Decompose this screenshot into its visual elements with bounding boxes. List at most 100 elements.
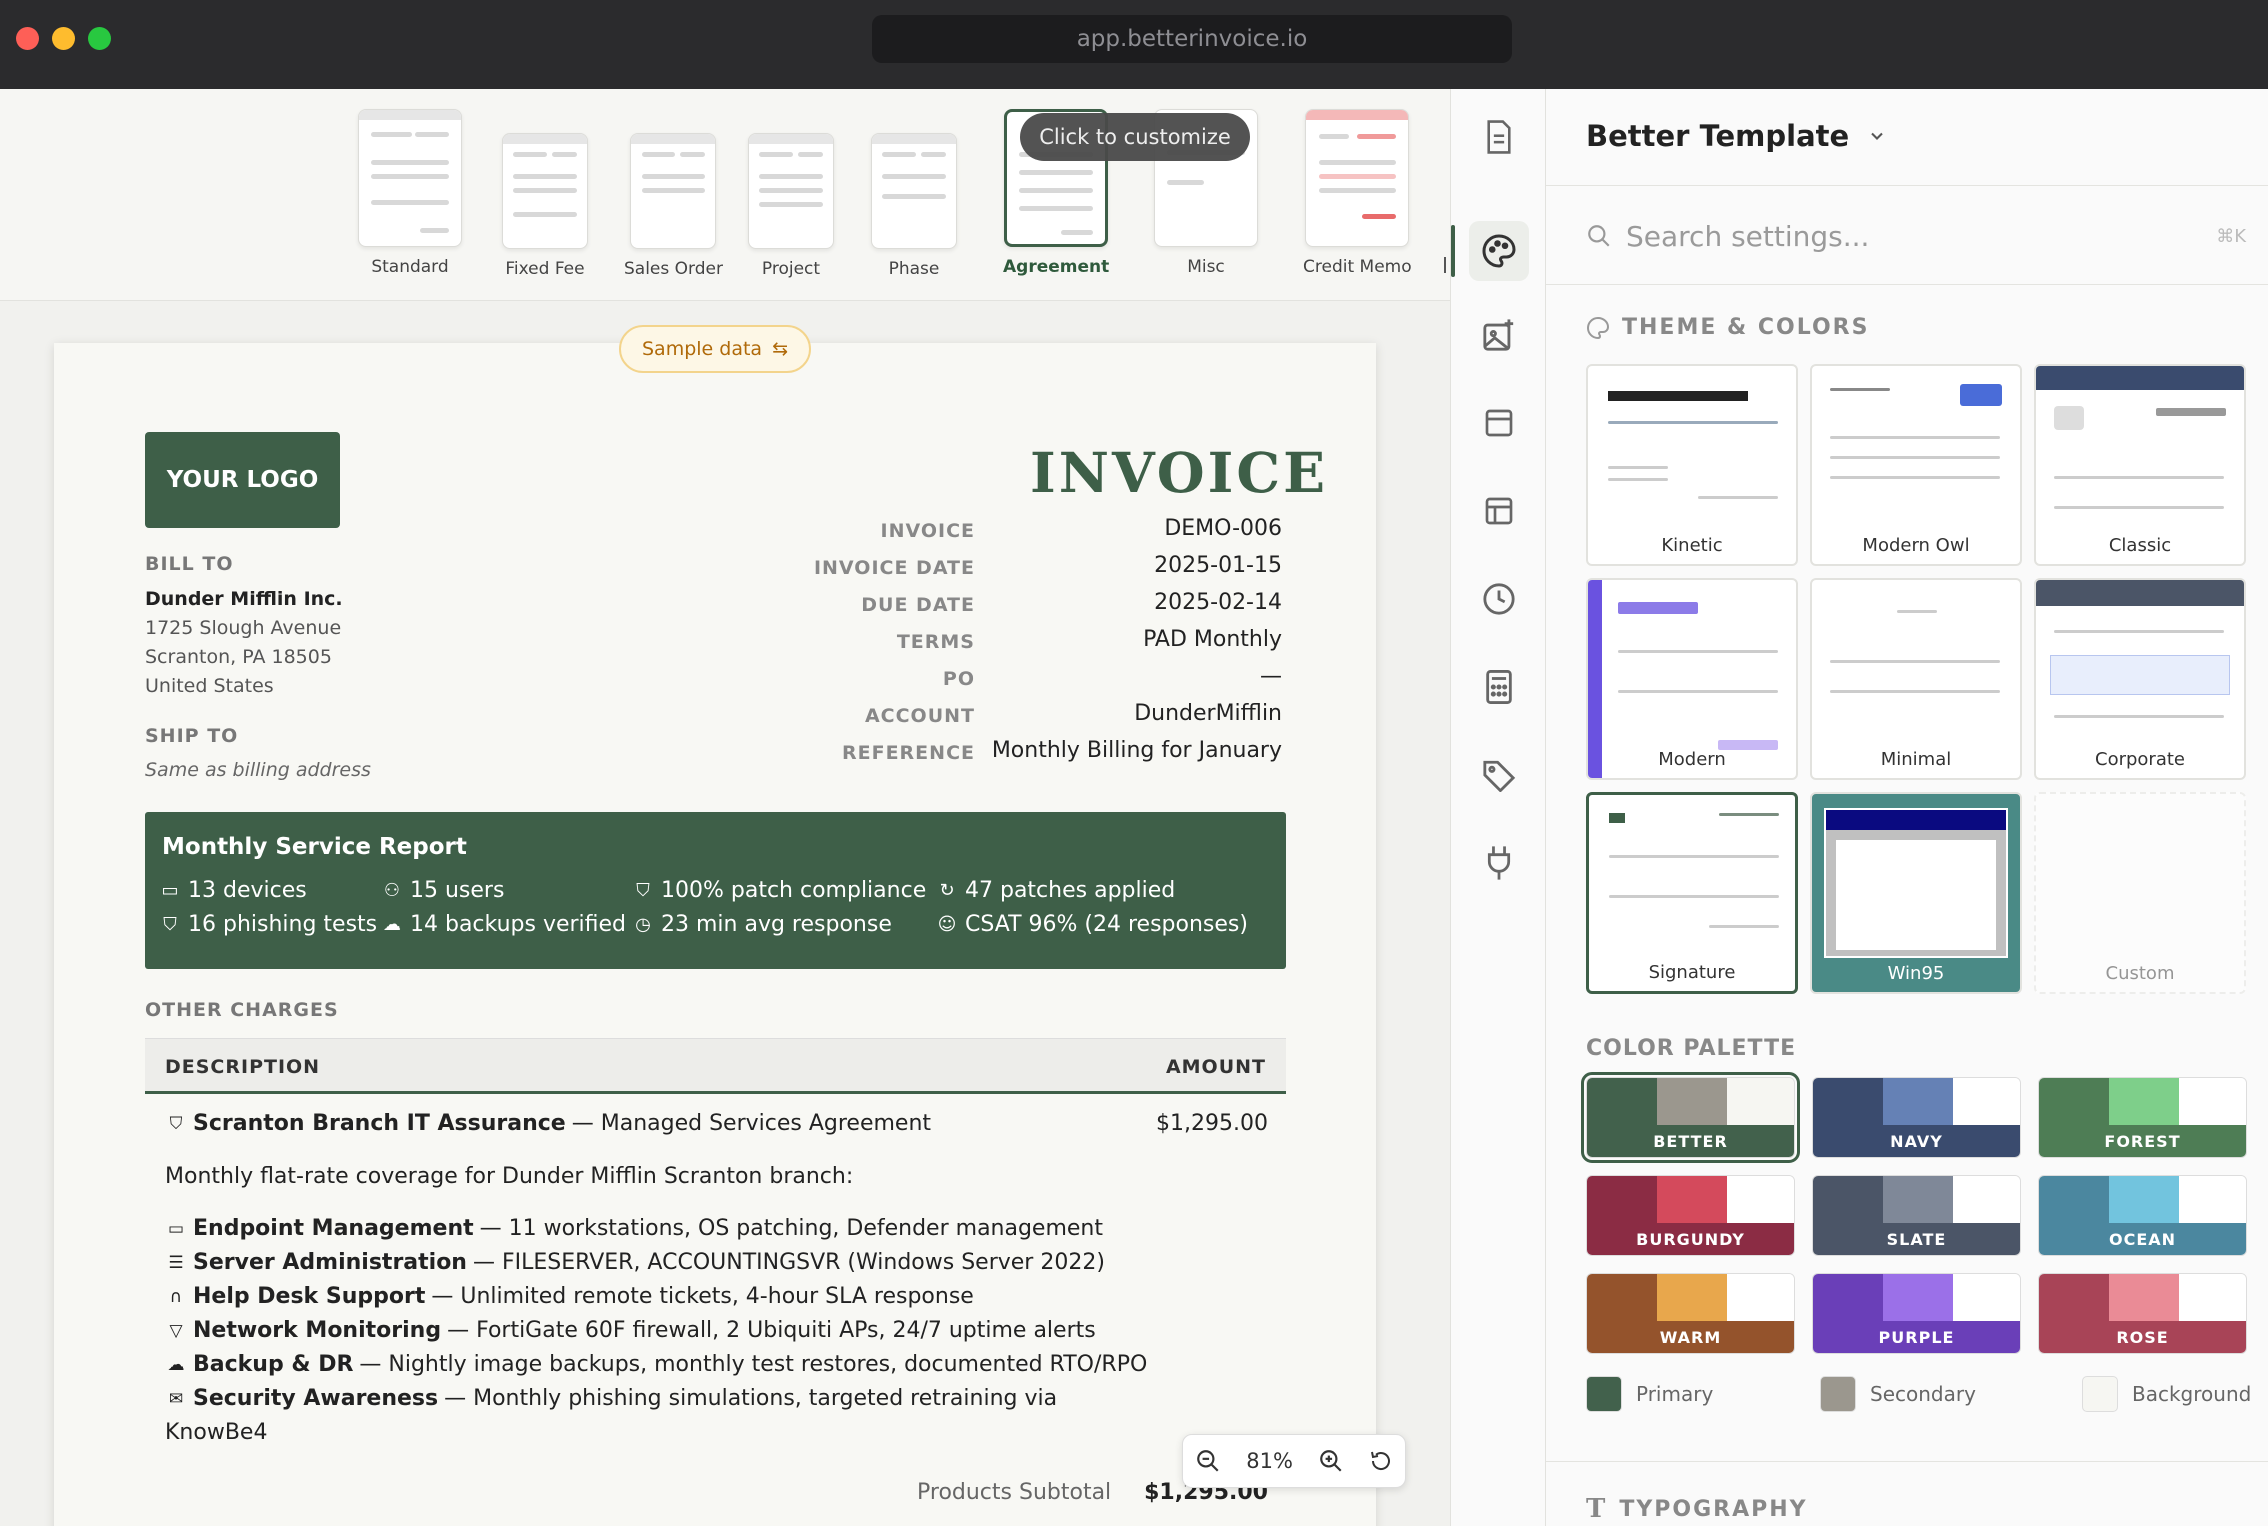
line-item-intro-text: Monthly flat-rate coverage for Dunder Mi… [165, 1164, 854, 1189]
feature-line-continued: KnowBe4 [165, 1420, 267, 1445]
rail-document-button[interactable] [1469, 107, 1529, 167]
feature-line: ☁ Backup & DR — Nightly image backups, mo… [165, 1352, 1148, 1377]
search-input[interactable]: Search settings... [1626, 220, 1869, 253]
charges-table-header: DESCRIPTION AMOUNT [145, 1038, 1286, 1094]
secondary-color-swatch [1820, 1376, 1856, 1412]
rail-history-button[interactable] [1469, 569, 1529, 629]
settings-panel: Better Template Search settings... ⌘K TH… [1546, 89, 2268, 1526]
theme-corporate[interactable]: Corporate [2034, 578, 2246, 780]
palette-name: NAVY [1813, 1125, 2020, 1157]
feature-desc: — Nightly image backups, monthly test re… [359, 1352, 1148, 1377]
divider [1546, 185, 2268, 186]
zoom-in-button[interactable] [1318, 1448, 1344, 1474]
palette-rose[interactable]: ROSE [2038, 1273, 2247, 1354]
theme-modern-owl[interactable]: Modern Owl [1810, 364, 2022, 566]
palette-navy[interactable]: NAVY [1812, 1077, 2021, 1158]
theme-kinetic[interactable]: Kinetic [1586, 364, 1798, 566]
report-stat: ⛉ 100% patch compliance [633, 878, 926, 903]
feature-desc: — Unlimited remote tickets, 4-hour SLA r… [431, 1284, 974, 1309]
template-label: Phase [888, 259, 940, 279]
clock-icon [1483, 583, 1515, 615]
background-color-picker[interactable]: Background [2082, 1376, 2251, 1412]
primary-color-picker[interactable]: Primary [1586, 1376, 1713, 1412]
template-credit-memo[interactable]: Credit Memo [1303, 109, 1412, 277]
palette-warm[interactable]: WARM [1586, 1273, 1795, 1354]
shield-icon: ⛉ [163, 914, 177, 935]
template-project[interactable]: Project [748, 133, 834, 279]
palette-forest[interactable]: FOREST [2038, 1077, 2247, 1158]
theme-classic[interactable]: Classic [2034, 364, 2246, 566]
rail-layout-button[interactable] [1469, 393, 1529, 453]
template-label: Misc [1187, 257, 1225, 277]
meta-key: INVOICE DATE [813, 557, 975, 579]
theme-name: Modern [1658, 749, 1726, 770]
palette-name: WARM [1587, 1321, 1794, 1353]
close-window-button[interactable] [16, 27, 39, 50]
meta-value: DEMO-006 [1164, 516, 1282, 541]
palette-better[interactable]: BETTER [1581, 1072, 1800, 1163]
reset-zoom-button[interactable] [1369, 1449, 1393, 1473]
rail-table-button[interactable] [1469, 481, 1529, 541]
zoom-out-button[interactable] [1195, 1448, 1221, 1474]
theme-modern[interactable]: Modern [1586, 578, 1798, 780]
settings-search[interactable]: Search settings... ⌘K [1586, 211, 2246, 261]
template-sales-order[interactable]: Sales Order [624, 133, 723, 279]
server-icon: ☰ [168, 1252, 184, 1273]
theme-signature[interactable]: Signature [1586, 792, 1798, 994]
report-stat-text: 100% patch compliance [661, 878, 927, 903]
calculator-icon [1486, 670, 1512, 704]
theme-minimal[interactable]: Minimal [1810, 578, 2022, 780]
feature-name: Security Awareness [193, 1386, 439, 1411]
palette-slate[interactable]: SLATE [1812, 1175, 2021, 1256]
report-stat: ⚇ 15 users [382, 878, 505, 903]
theme-name: Corporate [2095, 749, 2185, 770]
typography-label: TYPOGRAPHY [1619, 1496, 1808, 1522]
template-fixed-fee[interactable]: Fixed Fee [502, 133, 588, 279]
theme-custom[interactable]: Custom [2034, 792, 2246, 994]
secondary-color-picker[interactable]: Secondary [1820, 1376, 1976, 1412]
palette-purple[interactable]: PURPLE [1812, 1273, 2021, 1354]
swap-icon: ⇆ [772, 338, 788, 360]
template-label: Sales Order [624, 259, 723, 279]
feature-tail: KnowBe4 [165, 1420, 268, 1445]
invoice-title: INVOICE [1030, 440, 1329, 505]
template-phase[interactable]: Phase [871, 133, 957, 279]
minimize-window-button[interactable] [52, 27, 75, 50]
background-color-label: Background [2132, 1382, 2252, 1406]
maximize-window-button[interactable] [88, 27, 111, 50]
refresh-icon: ↻ [939, 880, 955, 901]
bill-to-address-line-2: Scranton, PA 18505 [145, 646, 332, 668]
meta-key: DUE DATE [861, 594, 975, 616]
rail-integrations-button[interactable] [1469, 833, 1529, 893]
palette-ocean[interactable]: OCEAN [2038, 1175, 2247, 1256]
color-palette-label: COLOR PALETTE [1586, 1036, 1797, 1061]
report-stat-text: 23 min avg response [661, 912, 892, 937]
logo-placeholder[interactable]: YOUR LOGO [145, 432, 340, 528]
template-label: Fixed Fee [505, 259, 585, 279]
line-item-title[interactable]: ⛉ Scranton Branch IT Assurance — Managed… [165, 1111, 931, 1136]
report-stat: ↻ 47 patches applied [937, 878, 1175, 903]
meta-key: TERMS [896, 631, 975, 653]
rail-theme-button[interactable] [1451, 221, 1529, 281]
feature-name: Server Administration [193, 1250, 467, 1275]
layout-icon [1485, 409, 1513, 437]
theme-name: Signature [1648, 962, 1736, 983]
sample-data-toggle[interactable]: Sample data ⇆ [619, 325, 811, 373]
shield-check-icon: ⛉ [169, 1113, 183, 1134]
template-standard[interactable]: Standard [358, 109, 462, 277]
template-selector[interactable]: Better Template [1586, 119, 1887, 153]
meta-value: 2025-02-14 [1154, 590, 1282, 615]
rail-calculator-button[interactable] [1469, 657, 1529, 717]
image-plus-icon [1483, 319, 1514, 351]
address-bar[interactable]: app.betterinvoice.io [872, 15, 1512, 63]
palette-burgundy[interactable]: BURGUNDY [1586, 1175, 1795, 1256]
shield-check-icon: ⛉ [636, 880, 650, 901]
template-name: Better Template [1586, 119, 1850, 153]
palette-name: BURGUNDY [1587, 1223, 1794, 1255]
theme-win95[interactable]: Win95 [1810, 792, 2022, 994]
rail-image-button[interactable] [1469, 305, 1529, 365]
palette-name: BETTER [1587, 1125, 1794, 1157]
divider [1546, 1461, 2268, 1462]
feature-name: Help Desk Support [193, 1284, 426, 1309]
rail-tag-button[interactable] [1469, 745, 1529, 805]
